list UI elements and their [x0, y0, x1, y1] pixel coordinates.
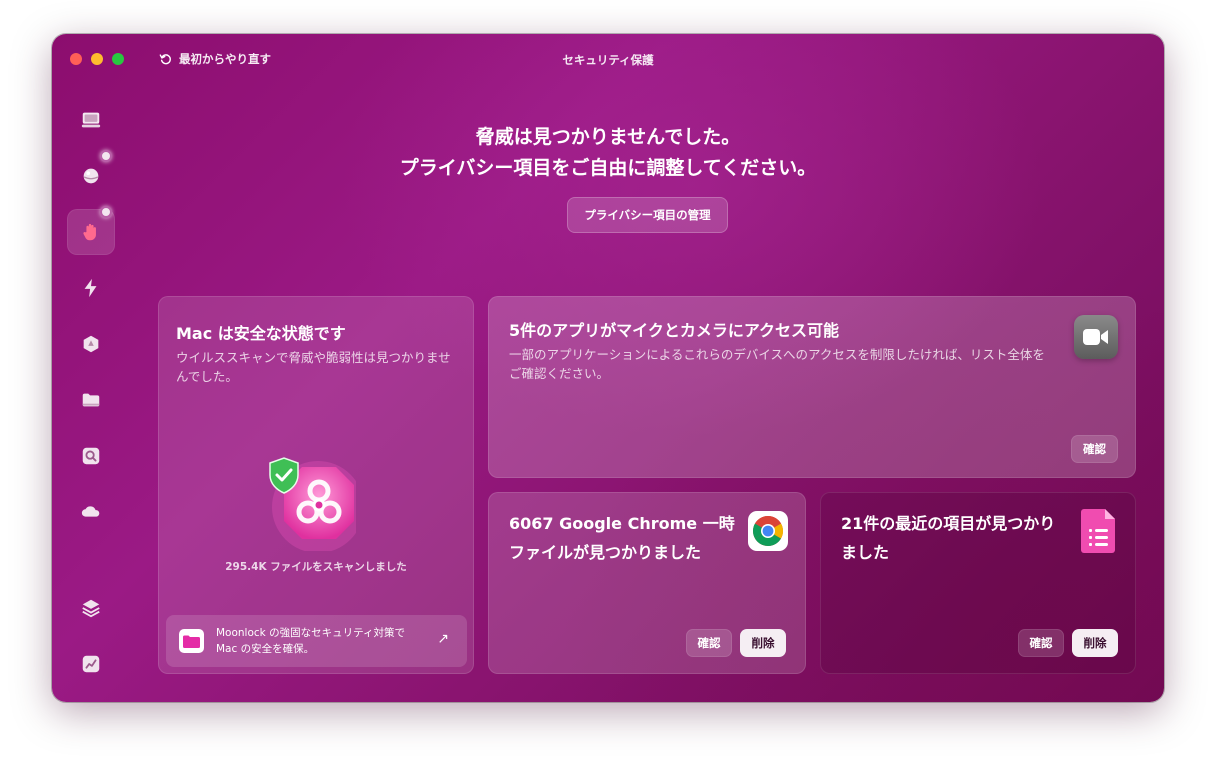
- window-title: セキュリティ保護: [562, 53, 654, 67]
- chrome-temp-files-card: 6067 Google Chrome 一時ファイルが見つかりました 確認 削除: [488, 492, 806, 674]
- moonlock-line-1: Moonlock の強固なセキュリティ対策で: [216, 627, 405, 639]
- mac-safe-title: Mac は安全な状態です: [176, 324, 346, 343]
- moonlock-text: Moonlock の強固なセキュリティ対策で Mac の安全を確保。: [216, 625, 426, 657]
- moonlock-promo[interactable]: Moonlock の強固なセキュリティ対策で Mac の安全を確保。 ↗: [166, 615, 467, 667]
- recent-review-button[interactable]: 確認: [1018, 629, 1064, 657]
- lightning-icon: [84, 278, 97, 298]
- sidebar: [52, 94, 130, 694]
- mic-camera-review-button[interactable]: 確認: [1071, 435, 1118, 463]
- sidebar-item-speed[interactable]: [67, 265, 115, 311]
- chrome-review-button[interactable]: 確認: [686, 629, 732, 657]
- hero-line-2: プライバシー項目をご自由に調整してください。: [399, 157, 817, 179]
- app-window: 最初からやり直す セキュリティ保護 脅威は見つかりませんでした。 プライバシー項…: [52, 34, 1164, 702]
- sidebar-item-apps[interactable]: [67, 321, 115, 367]
- document-list-icon: [1081, 509, 1115, 553]
- mac-safe-description: ウイルススキャンで脅威や脆弱性は見つかりませんでした。: [176, 350, 451, 384]
- hand-privacy-icon: [83, 223, 96, 241]
- mac-safe-card: Mac は安全な状態です ウイルススキャンで脅威や脆弱性は見つかりませんでした。…: [158, 296, 474, 674]
- chrome-temp-title: 6067 Google Chrome 一時ファイルが見つかりました: [509, 514, 735, 562]
- chrome-delete-button[interactable]: 削除: [740, 629, 786, 657]
- scanned-files-count: 295.4K ファイルをスキャンしました: [225, 561, 407, 573]
- hero-line-1: 脅威は見つかりませんでした。: [475, 126, 741, 148]
- mic-camera-card: 5件のアプリがマイクとカメラにアクセス可能 一部のアプリケーションによるこれらの…: [488, 296, 1136, 478]
- hero-message: 脅威は見つかりませんでした。 プライバシー項目をご自由に調整してください。: [52, 122, 1164, 184]
- sidebar-item-finder[interactable]: [67, 433, 115, 479]
- cloud-icon: [81, 506, 100, 517]
- moonlock-folder-icon: [179, 629, 204, 653]
- biohazard-shield-icon: [269, 457, 356, 551]
- recent-items-card: 21件の最近の項目が見つかりました 確認 削除: [820, 492, 1136, 674]
- apps-icon: [83, 335, 99, 353]
- chrome-icon: [748, 511, 788, 551]
- moonlock-line-2: Mac の安全を確保。: [216, 643, 315, 655]
- sidebar-badge-privacy: [100, 206, 112, 218]
- folder-icon: [82, 393, 100, 407]
- mic-camera-description: 一部のアプリケーションによるこれらのデバイスへのアクセスを制限したければ、リスト…: [509, 347, 1045, 381]
- recent-delete-button[interactable]: 削除: [1072, 629, 1118, 657]
- manage-privacy-button[interactable]: プライバシー項目の管理: [567, 197, 728, 233]
- sidebar-item-storage[interactable]: [67, 585, 115, 631]
- mic-camera-title: 5件のアプリがマイクとカメラにアクセス可能: [509, 321, 840, 340]
- recent-items-title: 21件の最近の項目が見つかりました: [841, 514, 1056, 562]
- chart-icon: [82, 655, 100, 673]
- sidebar-item-files[interactable]: [67, 377, 115, 423]
- facetime-camera-icon: [1074, 315, 1118, 359]
- sidebar-item-performance[interactable]: [67, 641, 115, 687]
- magnifier-icon: [82, 447, 100, 465]
- layers-icon: [82, 599, 100, 618]
- sidebar-item-cloud[interactable]: [67, 489, 115, 535]
- external-link-icon: ↗: [437, 631, 449, 647]
